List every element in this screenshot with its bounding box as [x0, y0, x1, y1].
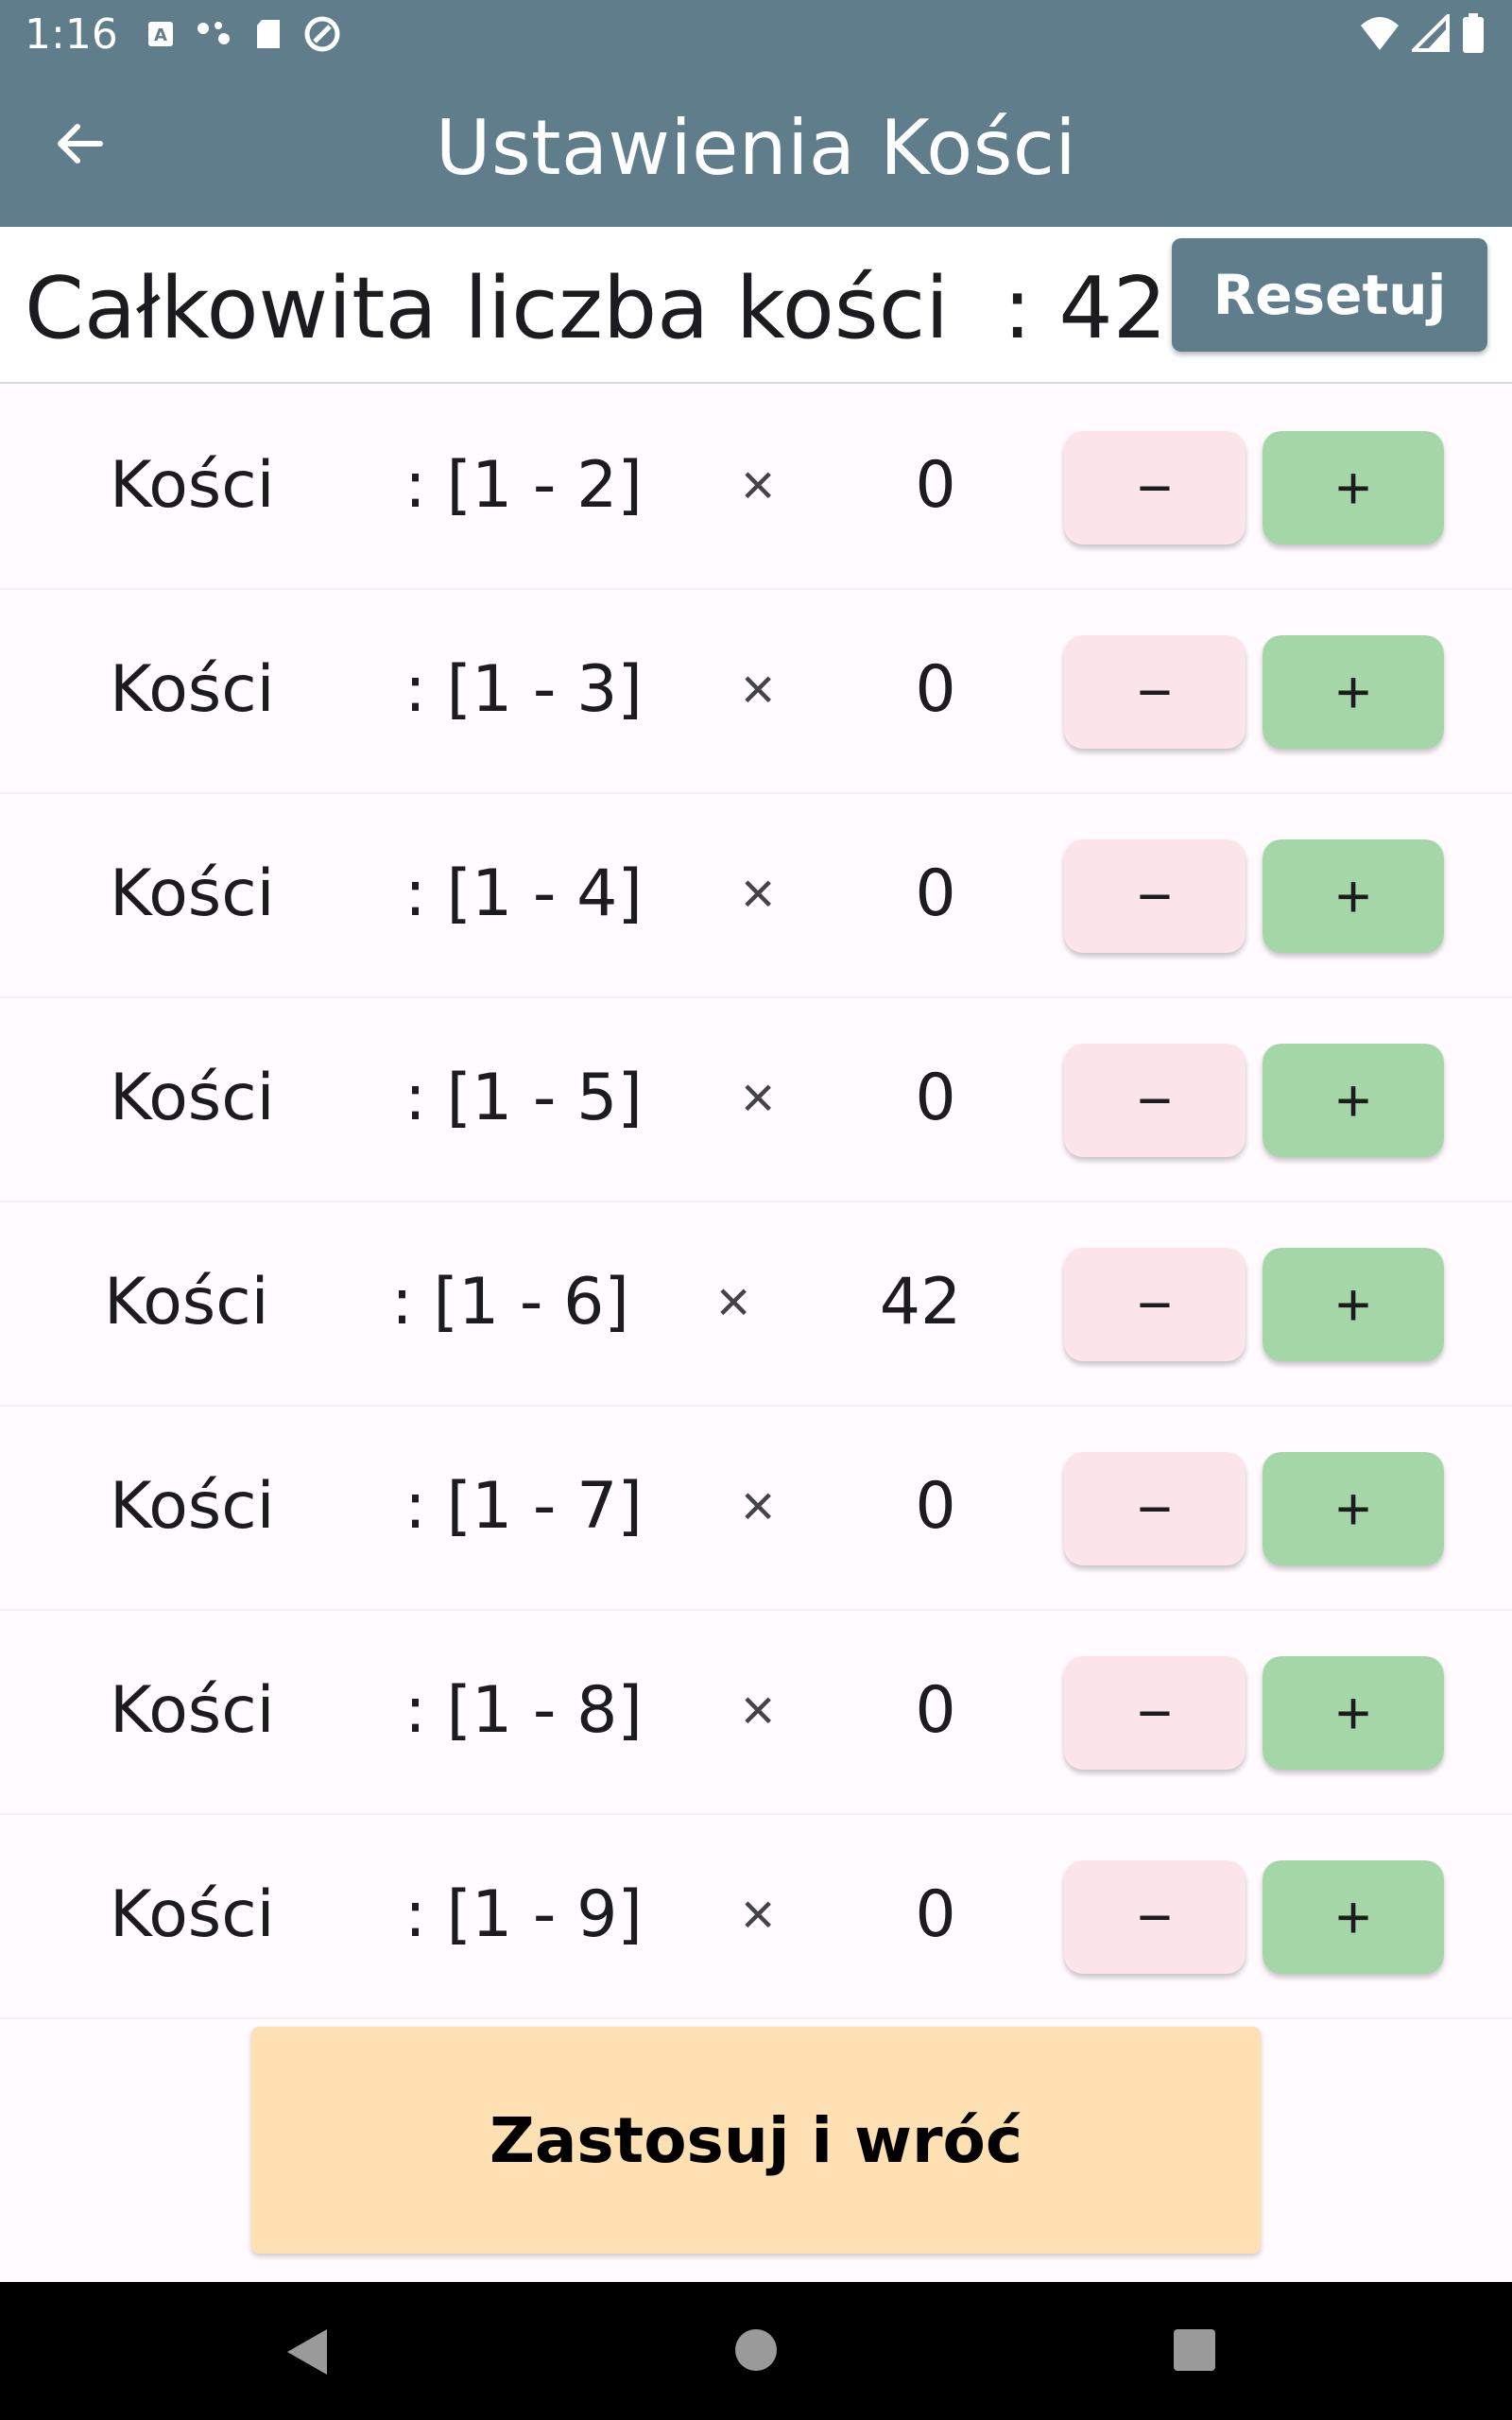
dice-range: : [1 - 7]	[404, 1469, 643, 1544]
page-title: Ustawienia Kości	[435, 104, 1077, 192]
dice-count: 42	[879, 1265, 962, 1340]
status-time: 1:16	[25, 9, 118, 59]
dots-icon	[197, 22, 230, 44]
status-bar: 1:16 A	[0, 0, 1512, 68]
increment-button[interactable]: +	[1263, 1248, 1444, 1361]
at-sign-icon	[304, 16, 340, 52]
dice-label: Kości	[110, 1061, 275, 1135]
nav-back-icon[interactable]	[284, 2327, 331, 2377]
dice-count: 0	[915, 856, 956, 931]
increment-button[interactable]: +	[1263, 1860, 1444, 1974]
total-dice-label: Całkowita liczba kości : 42	[25, 259, 1167, 358]
decrement-button[interactable]: −	[1064, 839, 1246, 953]
dice-range: : [1 - 3]	[404, 652, 643, 727]
decrement-button[interactable]: −	[1064, 635, 1246, 749]
multiply-sign: ×	[741, 657, 776, 722]
multiply-sign: ×	[741, 1882, 776, 1947]
decrement-button[interactable]: −	[1064, 1044, 1246, 1157]
dice-list: Kości : [1 - 2] × 0 − + Kości : [1 - 3] …	[0, 386, 1512, 2019]
decrement-button[interactable]: −	[1064, 1860, 1246, 1974]
total-dice-row: Całkowita liczba kości : 42 Resetuj	[0, 227, 1512, 384]
dice-row: Kości : [1 - 6] × 42 − +	[0, 1202, 1512, 1407]
multiply-sign: ×	[741, 1065, 776, 1131]
app-bar: Ustawienia Kości	[0, 68, 1512, 227]
dice-row: Kości : [1 - 2] × 0 − +	[0, 386, 1512, 590]
dice-range: : [1 - 6]	[391, 1265, 629, 1340]
dice-range: : [1 - 8]	[404, 1673, 643, 1748]
dice-label: Kości	[110, 1469, 275, 1544]
multiply-sign: ×	[741, 861, 776, 926]
dice-count: 0	[915, 448, 956, 523]
dice-row: Kości : [1 - 7] × 0 − +	[0, 1407, 1512, 1611]
dice-row: Kości : [1 - 8] × 0 − +	[0, 1611, 1512, 1815]
multiply-sign: ×	[741, 1678, 776, 1743]
dice-range: : [1 - 4]	[404, 856, 643, 931]
wifi-icon	[1361, 17, 1399, 50]
dice-count: 0	[915, 1061, 956, 1135]
increment-button[interactable]: +	[1263, 839, 1444, 953]
dice-row: Kości : [1 - 4] × 0 − +	[0, 794, 1512, 998]
sd-card-icon	[256, 20, 280, 48]
dice-count: 0	[915, 1469, 956, 1544]
increment-button[interactable]: +	[1263, 1044, 1444, 1157]
dice-count: 0	[915, 1877, 956, 1952]
dice-label: Kości	[110, 652, 275, 727]
reset-button[interactable]: Resetuj	[1172, 238, 1487, 352]
battery-icon	[1463, 13, 1484, 53]
dice-range: : [1 - 9]	[404, 1877, 643, 1952]
dice-row: Kości : [1 - 3] × 0 − +	[0, 590, 1512, 794]
a-badge-icon: A	[147, 22, 173, 46]
svg-text:A: A	[154, 26, 167, 45]
dice-count: 0	[915, 1673, 956, 1748]
increment-button[interactable]: +	[1263, 1656, 1444, 1770]
multiply-sign: ×	[716, 1270, 751, 1335]
increment-button[interactable]: +	[1263, 1452, 1444, 1565]
decrement-button[interactable]: −	[1064, 1452, 1246, 1565]
decrement-button[interactable]: −	[1064, 1248, 1246, 1361]
dice-label: Kości	[110, 856, 275, 931]
dice-row: Kości : [1 - 5] × 0 − +	[0, 998, 1512, 1202]
dice-count: 0	[915, 652, 956, 727]
increment-button[interactable]: +	[1263, 431, 1444, 544]
dice-label: Kości	[110, 1877, 275, 1952]
apply-and-return-button[interactable]: Zastosuj i wróć	[251, 2027, 1261, 2254]
dice-label: Kości	[110, 1673, 275, 1748]
nav-recents-icon[interactable]	[1174, 2329, 1215, 2371]
system-nav-bar	[0, 2282, 1512, 2420]
increment-button[interactable]: +	[1263, 635, 1444, 749]
multiply-sign: ×	[741, 1474, 776, 1539]
decrement-button[interactable]: −	[1064, 1656, 1246, 1770]
nav-home-icon[interactable]	[735, 2329, 777, 2371]
dice-range: : [1 - 2]	[404, 448, 643, 523]
dice-range: : [1 - 5]	[404, 1061, 643, 1135]
dice-label: Kości	[104, 1265, 269, 1340]
signal-icon	[1412, 14, 1450, 52]
dice-label: Kości	[110, 448, 275, 523]
dice-row: Kości : [1 - 9] × 0 − +	[0, 1815, 1512, 2019]
decrement-button[interactable]: −	[1064, 431, 1246, 544]
multiply-sign: ×	[741, 453, 776, 518]
